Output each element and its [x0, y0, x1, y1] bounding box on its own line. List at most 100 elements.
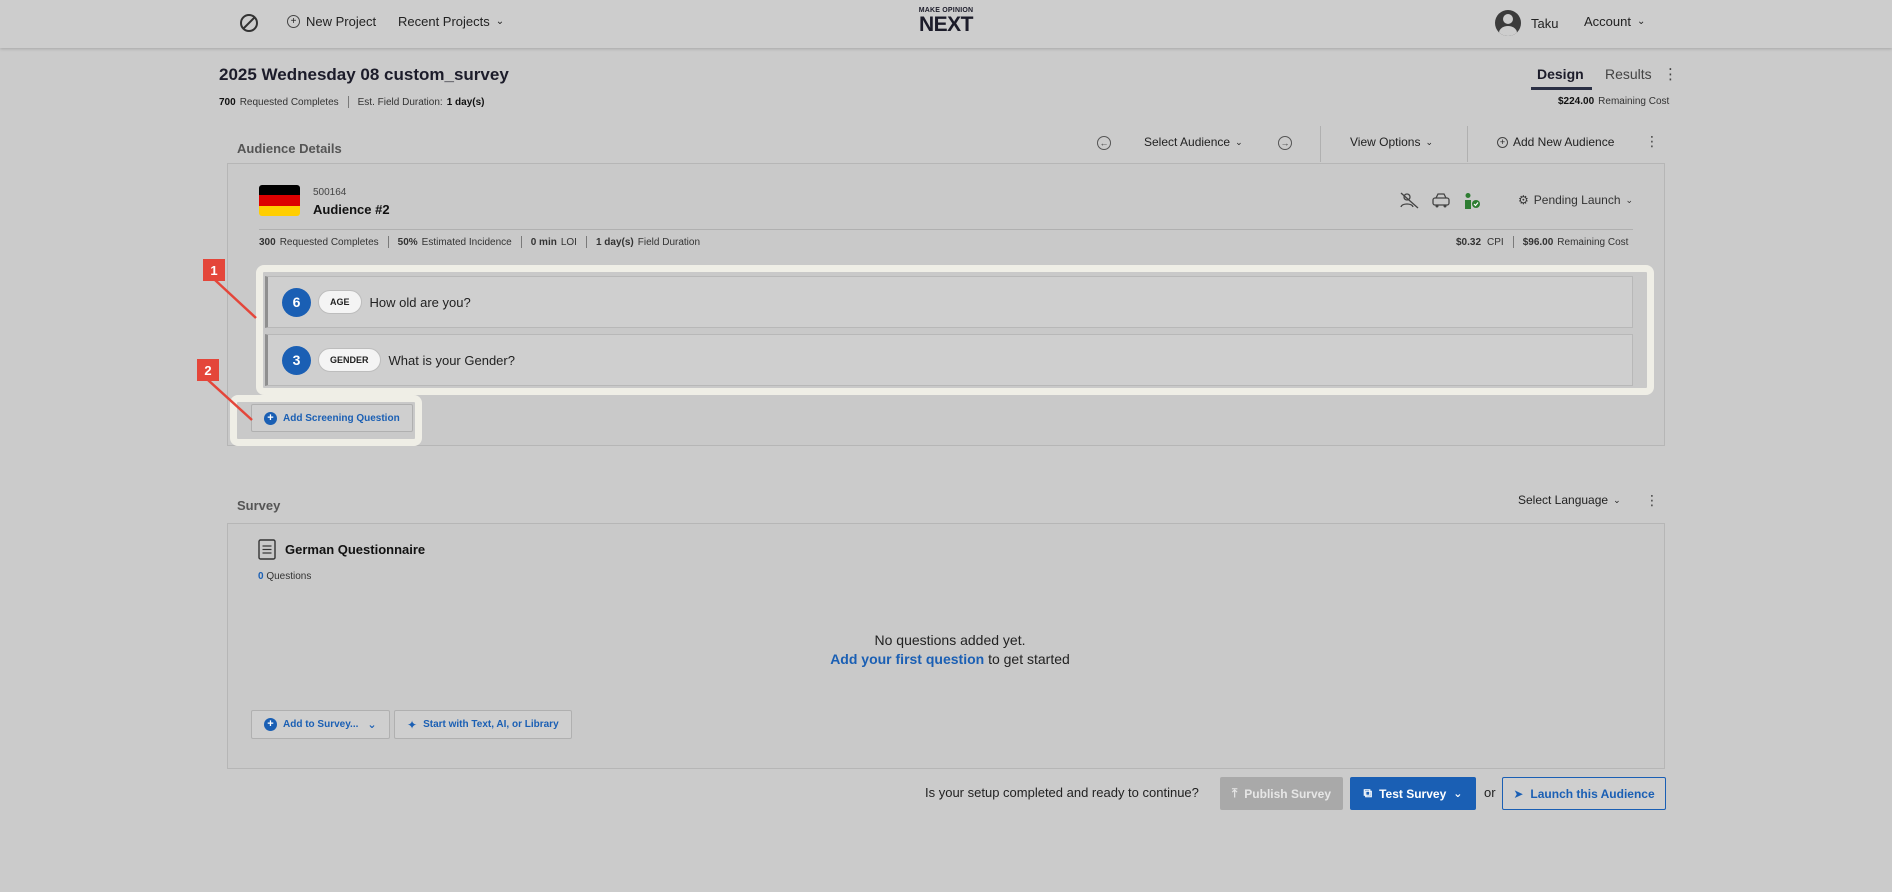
incidence-value: 50%: [397, 236, 418, 248]
duration-value: 1 day(s): [446, 96, 485, 108]
more-options-icon[interactable]: ⋮: [1663, 65, 1678, 83]
recent-projects-label: Recent Projects: [398, 14, 490, 29]
divider: [520, 236, 522, 248]
question-tag: GENDER: [318, 348, 381, 372]
new-project-button[interactable]: + New Project: [287, 14, 376, 29]
chevron-down-icon: ⌄: [1453, 788, 1463, 800]
loi-value: 0 min: [530, 236, 557, 248]
screening-question-row[interactable]: 6 AGE How old are you?: [265, 276, 1633, 328]
plus-circle-icon: +: [264, 718, 277, 731]
empty-state-message: Add your first question to get started: [700, 651, 1200, 667]
arrow-left-icon: ←: [1097, 136, 1111, 150]
requested-label: Requested Completes: [239, 96, 339, 108]
account-label: Account: [1584, 14, 1631, 29]
add-screening-question-button[interactable]: + Add Screening Question: [251, 404, 413, 432]
logo-main-text: NEXT: [918, 13, 974, 36]
chevron-down-icon: ⌄: [1613, 494, 1621, 505]
question-count-label: Questions: [266, 571, 312, 582]
chevron-down-icon: ⌄: [1636, 16, 1646, 27]
field-duration-label: Field Duration: [637, 236, 701, 248]
question-count: 0 Questions: [258, 571, 311, 582]
empty-state-suffix: to get started: [984, 651, 1070, 667]
germany-flag-icon: [259, 185, 300, 216]
incidence-label: Estimated Incidence: [421, 236, 512, 248]
top-navigation-bar: + New Project Recent Projects ⌄ MAKE OPI…: [0, 0, 1892, 48]
tab-design[interactable]: Design: [1531, 66, 1592, 90]
field-duration-value: 1 day(s): [595, 236, 634, 248]
survey-more-options-icon[interactable]: ⋮: [1645, 492, 1659, 509]
question-count-badge: 3: [282, 345, 311, 375]
add-new-audience-button[interactable]: + Add New Audience: [1497, 135, 1614, 149]
audience-status-dropdown[interactable]: ⚙ Pending Launch ⌄: [1518, 193, 1633, 207]
flag-stripe-black: [259, 185, 300, 196]
launch-audience-label: Launch this Audience: [1530, 786, 1655, 801]
recent-projects-dropdown[interactable]: Recent Projects ⌄: [398, 14, 504, 29]
screening-question-row[interactable]: 3 GENDER What is your Gender?: [265, 334, 1633, 386]
divider: [387, 236, 389, 248]
remaining-cost-value: $224.00: [1558, 96, 1595, 107]
sparkle-icon: ✦: [407, 717, 418, 732]
next-audience-button[interactable]: →: [1278, 136, 1292, 150]
verified-user-icon[interactable]: [1462, 192, 1482, 210]
start-with-label: Start with Text, AI, or Library: [423, 719, 559, 730]
view-options-dropdown[interactable]: View Options ⌄: [1350, 135, 1433, 149]
chevron-down-icon: ⌄: [1425, 136, 1434, 147]
test-survey-dropdown[interactable]: ⧉ Test Survey ⌄: [1350, 777, 1476, 810]
publish-survey-button[interactable]: ⤒ Publish Survey: [1220, 777, 1343, 810]
page-title: 2025 Wednesday 08 custom_survey: [219, 65, 509, 84]
external-link-icon: ⧉: [1363, 786, 1373, 800]
user-menu[interactable]: Taku: [1495, 10, 1558, 36]
audience-remaining-value: $96.00: [1522, 236, 1554, 248]
survey-section-title: Survey: [237, 498, 281, 513]
empty-state-title: No questions added yet.: [874, 632, 1026, 648]
document-icon: [258, 539, 276, 560]
audience-details-title: Audience Details: [237, 141, 342, 156]
select-audience-label: Select Audience: [1144, 135, 1231, 149]
chevron-down-icon: ⌄: [1235, 136, 1243, 147]
divider: [585, 236, 587, 248]
tab-results[interactable]: Results: [1605, 66, 1652, 82]
audience-cost-metrics: $0.32 CPI $96.00 Remaining Cost: [1456, 236, 1628, 248]
account-dropdown[interactable]: Account ⌄: [1584, 14, 1645, 29]
previous-audience-button[interactable]: ←: [1097, 136, 1111, 150]
audience-more-options-icon[interactable]: ⋮: [1645, 133, 1659, 150]
audience-id: 500164: [313, 187, 347, 198]
select-language-label: Select Language: [1518, 493, 1609, 507]
question-text: How old are you?: [369, 294, 471, 310]
start-with-text-ai-library-button[interactable]: ✦ Start with Text, AI, or Library: [394, 710, 572, 739]
question-count-value: 0: [258, 571, 264, 582]
select-audience-dropdown[interactable]: Select Audience ⌄: [1144, 135, 1243, 149]
arrow-right-icon: →: [1278, 136, 1292, 150]
divider: [347, 96, 349, 108]
annotation-arrows: [207, 279, 257, 421]
project-meta: 700 Requested Completes Est. Field Durat…: [219, 96, 484, 108]
audience-requested-label: Requested Completes: [279, 236, 379, 248]
chevron-down-icon: ⌄: [367, 719, 377, 731]
add-to-survey-label: Add to Survey...: [283, 719, 359, 730]
publish-survey-label: Publish Survey: [1244, 786, 1331, 801]
project-remaining-cost: $224.00 Remaining Cost: [1558, 96, 1669, 107]
add-screening-question-label: Add Screening Question: [283, 412, 400, 424]
chevron-down-icon: ⌄: [1625, 194, 1634, 205]
status-label: Pending Launch: [1533, 193, 1621, 207]
add-first-question-link[interactable]: Add your first question: [830, 651, 984, 667]
divider: [1467, 126, 1468, 162]
loi-label: LOI: [560, 236, 577, 248]
annotation-badge-2: 2: [197, 359, 219, 381]
select-language-dropdown[interactable]: Select Language ⌄: [1518, 493, 1621, 507]
audience-remaining-label: Remaining Cost: [1557, 236, 1629, 248]
flag-stripe-red: [259, 195, 300, 206]
cpi-label: CPI: [1487, 236, 1504, 248]
questionnaire-title: German Questionnaire: [285, 542, 426, 557]
launch-audience-button[interactable]: ➤ Launch this Audience: [1502, 777, 1666, 810]
home-logo-icon[interactable]: [238, 12, 260, 34]
add-new-audience-label: Add New Audience: [1513, 135, 1615, 149]
exclude-users-icon[interactable]: [1400, 192, 1420, 210]
requested-count: 700: [219, 96, 236, 108]
rocket-icon: ➤: [1513, 786, 1524, 801]
add-to-survey-dropdown[interactable]: + Add to Survey... ⌄: [251, 710, 390, 739]
vehicle-icon[interactable]: [1431, 192, 1451, 210]
upload-icon: ⤒: [1231, 786, 1238, 800]
avatar: [1495, 10, 1521, 36]
view-options-label: View Options: [1350, 135, 1421, 149]
